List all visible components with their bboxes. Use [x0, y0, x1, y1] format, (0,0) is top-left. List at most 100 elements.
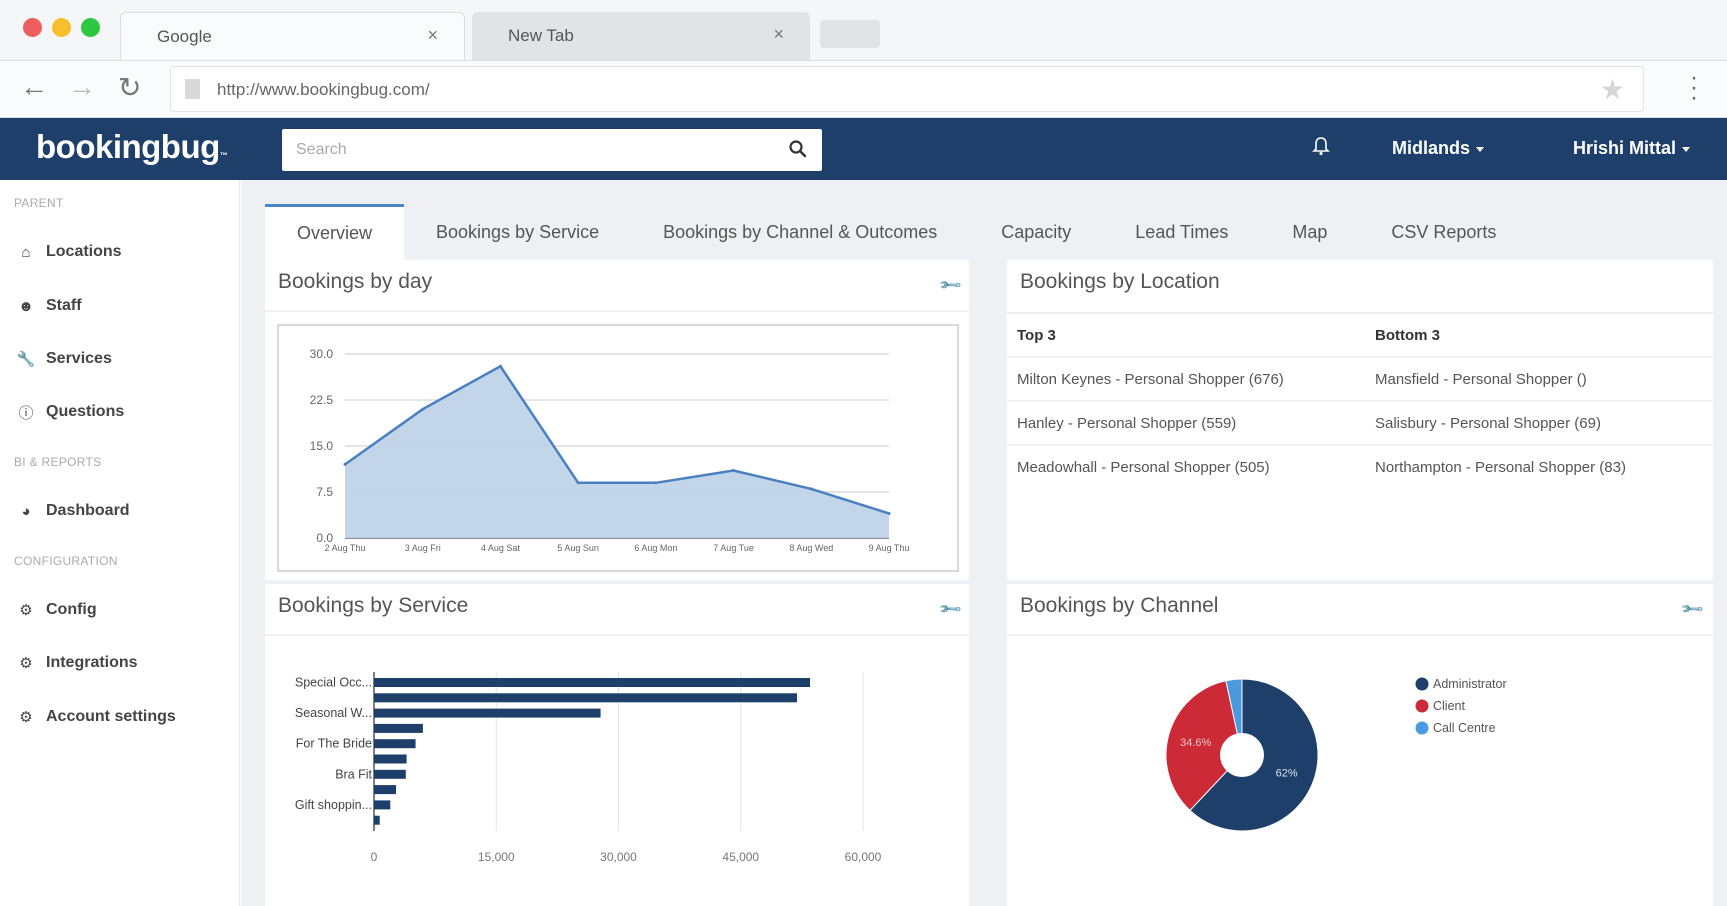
sidebar-item-label: Account settings	[46, 708, 176, 725]
minimize-window-button[interactable]	[52, 18, 71, 37]
logo-text: bookingbug	[36, 128, 220, 165]
cogs-icon: ⚙	[19, 709, 33, 726]
sidebar-item-label: Questions	[46, 403, 125, 420]
new-tab-button[interactable]	[820, 20, 880, 48]
user-name: Hrishi Mittal	[1573, 138, 1677, 158]
table-cell: Mansfield - Personal Shopper ()	[1365, 357, 1713, 402]
bookings-by-channel-panel: Bookings by Channel 🔧 62% 34.6% Administra…	[1007, 584, 1713, 906]
x-tick-label: 3 Aug Fri	[405, 543, 441, 553]
close-tab-icon[interactable]: ×	[773, 24, 784, 45]
caret-down-icon	[1682, 146, 1691, 152]
cogs-icon: ⚙	[19, 602, 33, 619]
panel-title: Bookings by Service	[278, 594, 469, 617]
data-point	[343, 462, 347, 466]
tab-lead-times[interactable]: Lead Times	[1103, 204, 1260, 260]
sidebar-item-account-settings[interactable]: ⚙ Account settings	[16, 703, 176, 731]
data-point	[809, 487, 813, 491]
url-text[interactable]: http://www.bookingbug.com/	[217, 80, 430, 100]
sidebar-heading-parent: PARENT	[14, 196, 64, 210]
bookings-by-service-chart: 0 15,000 30,000 45,000 60,000 Special Occ... S…	[295, 672, 882, 864]
x-tick-label: 9 Aug Thu	[869, 543, 910, 553]
x-tick-label: 30,000	[600, 850, 637, 864]
logo[interactable]: bookingbug™	[36, 128, 228, 166]
wrench-icon[interactable]: 🔧	[937, 272, 963, 298]
x-tick-label: 0	[371, 850, 378, 864]
close-tab-icon[interactable]: ×	[427, 25, 438, 46]
y-tick-label: 7.5	[316, 485, 333, 499]
sidebar-item-label: Integrations	[46, 654, 138, 671]
tab-map[interactable]: Map	[1260, 204, 1359, 260]
sidebar-item-label: Staff	[46, 297, 82, 314]
bar	[374, 754, 407, 764]
home-icon: ⌂	[21, 243, 31, 261]
sidebar-item-label: Dashboard	[46, 502, 130, 519]
sidebar-item-services[interactable]: 🔧 Services	[16, 345, 112, 373]
donut-hole	[1220, 733, 1264, 777]
bookmark-star-icon[interactable]: ★	[1600, 73, 1625, 106]
search-box	[282, 129, 822, 171]
bar	[374, 708, 601, 718]
table-cell: Hanley - Personal Shopper (559)	[1007, 401, 1365, 446]
sidebar-item-integrations[interactable]: ⚙ Integrations	[16, 649, 138, 677]
bar	[374, 800, 391, 810]
wrench-icon[interactable]: 🔧	[937, 596, 963, 622]
sidebar-item-questions[interactable]: ⓘ Questions	[16, 398, 124, 426]
table-cell: Milton Keynes - Personal Shopper (676)	[1007, 357, 1365, 402]
sidebar-item-config[interactable]: ⚙ Config	[16, 596, 97, 624]
sidebar-item-locations[interactable]: ⌂ Locations	[16, 238, 122, 266]
user-menu-dropdown[interactable]: Hrishi Mittal	[1573, 138, 1691, 159]
browser-menu-icon[interactable]: · · ·	[1688, 66, 1700, 110]
tab-bookings-by-channel-outcomes[interactable]: Bookings by Channel & Outcomes	[631, 204, 969, 260]
back-arrow-icon[interactable]: ←	[20, 71, 48, 103]
data-point	[498, 364, 502, 368]
region-dropdown[interactable]: Midlands	[1392, 138, 1485, 159]
reload-icon[interactable]: ↻	[118, 71, 141, 104]
table-header-row: Top 3 Bottom 3	[1007, 312, 1713, 358]
panel-title: Bookings by Location	[1020, 270, 1220, 293]
tab-bookings-by-service[interactable]: Bookings by Service	[404, 204, 631, 260]
column-header-bottom3: Bottom 3	[1365, 312, 1713, 358]
location-table: Top 3 Bottom 3 Milton Keynes - Personal …	[1007, 312, 1713, 489]
tab-overview[interactable]: Overview	[265, 204, 405, 260]
data-point	[654, 481, 658, 485]
y-tick-label: For The Bride	[296, 737, 372, 751]
sidebar-item-label: Config	[46, 601, 97, 618]
maximize-window-button[interactable]	[81, 18, 100, 37]
y-tick-label: 30.0	[310, 347, 334, 361]
tab-capacity[interactable]: Capacity	[969, 204, 1103, 260]
browser-tab-title: New Tab	[508, 26, 574, 45]
browser-tab-new-tab[interactable]: New Tab ×	[472, 12, 810, 60]
tab-csv-reports[interactable]: CSV Reports	[1359, 204, 1528, 260]
browser-tab-google[interactable]: Google ×	[120, 12, 465, 60]
y-tick-label: Gift shoppin...	[295, 798, 372, 812]
bar	[374, 785, 397, 795]
search-icon[interactable]	[788, 139, 808, 159]
bar	[374, 815, 380, 825]
wrench-icon[interactable]: 🔧	[1679, 596, 1705, 622]
x-tick-label: 45,000	[722, 850, 759, 864]
sidebar-item-staff[interactable]: ☻ Staff	[16, 292, 82, 320]
table-cell: Meadowhall - Personal Shopper (505)	[1017, 459, 1270, 476]
y-tick-label: Special Occ...	[295, 676, 372, 690]
bar	[374, 693, 797, 703]
legend-label: Client	[1433, 699, 1465, 713]
legend-label: Call Centre	[1433, 721, 1496, 735]
slice-label: 34.6%	[1180, 737, 1211, 749]
x-tick-label: 5 Aug Sun	[557, 543, 599, 553]
close-window-button[interactable]	[23, 18, 42, 37]
table-row: Meadowhall - Personal Shopper (505) Nort…	[1007, 445, 1713, 489]
forward-arrow-icon[interactable]: →	[68, 71, 96, 103]
divider	[265, 634, 969, 636]
sidebar: PARENT ⌂ Locations ☻ Staff 🔧 Services ⓘ …	[0, 180, 240, 906]
sidebar-item-dashboard[interactable]: ◕ Dashboard	[16, 497, 130, 525]
pie-chart-icon: ◕	[21, 502, 31, 520]
x-tick-label: 4 Aug Sat	[481, 543, 521, 553]
notifications-bell-icon[interactable]	[1312, 136, 1330, 161]
x-tick-label: 15,000	[478, 850, 515, 864]
address-bar[interactable]: http://www.bookingbug.com/ ★	[170, 66, 1644, 112]
sidebar-item-label: Locations	[46, 243, 122, 260]
table-row: Hanley - Personal Shopper (559) Salisbur…	[1007, 401, 1713, 446]
search-input[interactable]	[282, 129, 772, 171]
app-header: bookingbug™ Midlands Hrishi Mittal	[0, 118, 1727, 180]
table-row: Milton Keynes - Personal Shopper (676) M…	[1007, 357, 1713, 402]
